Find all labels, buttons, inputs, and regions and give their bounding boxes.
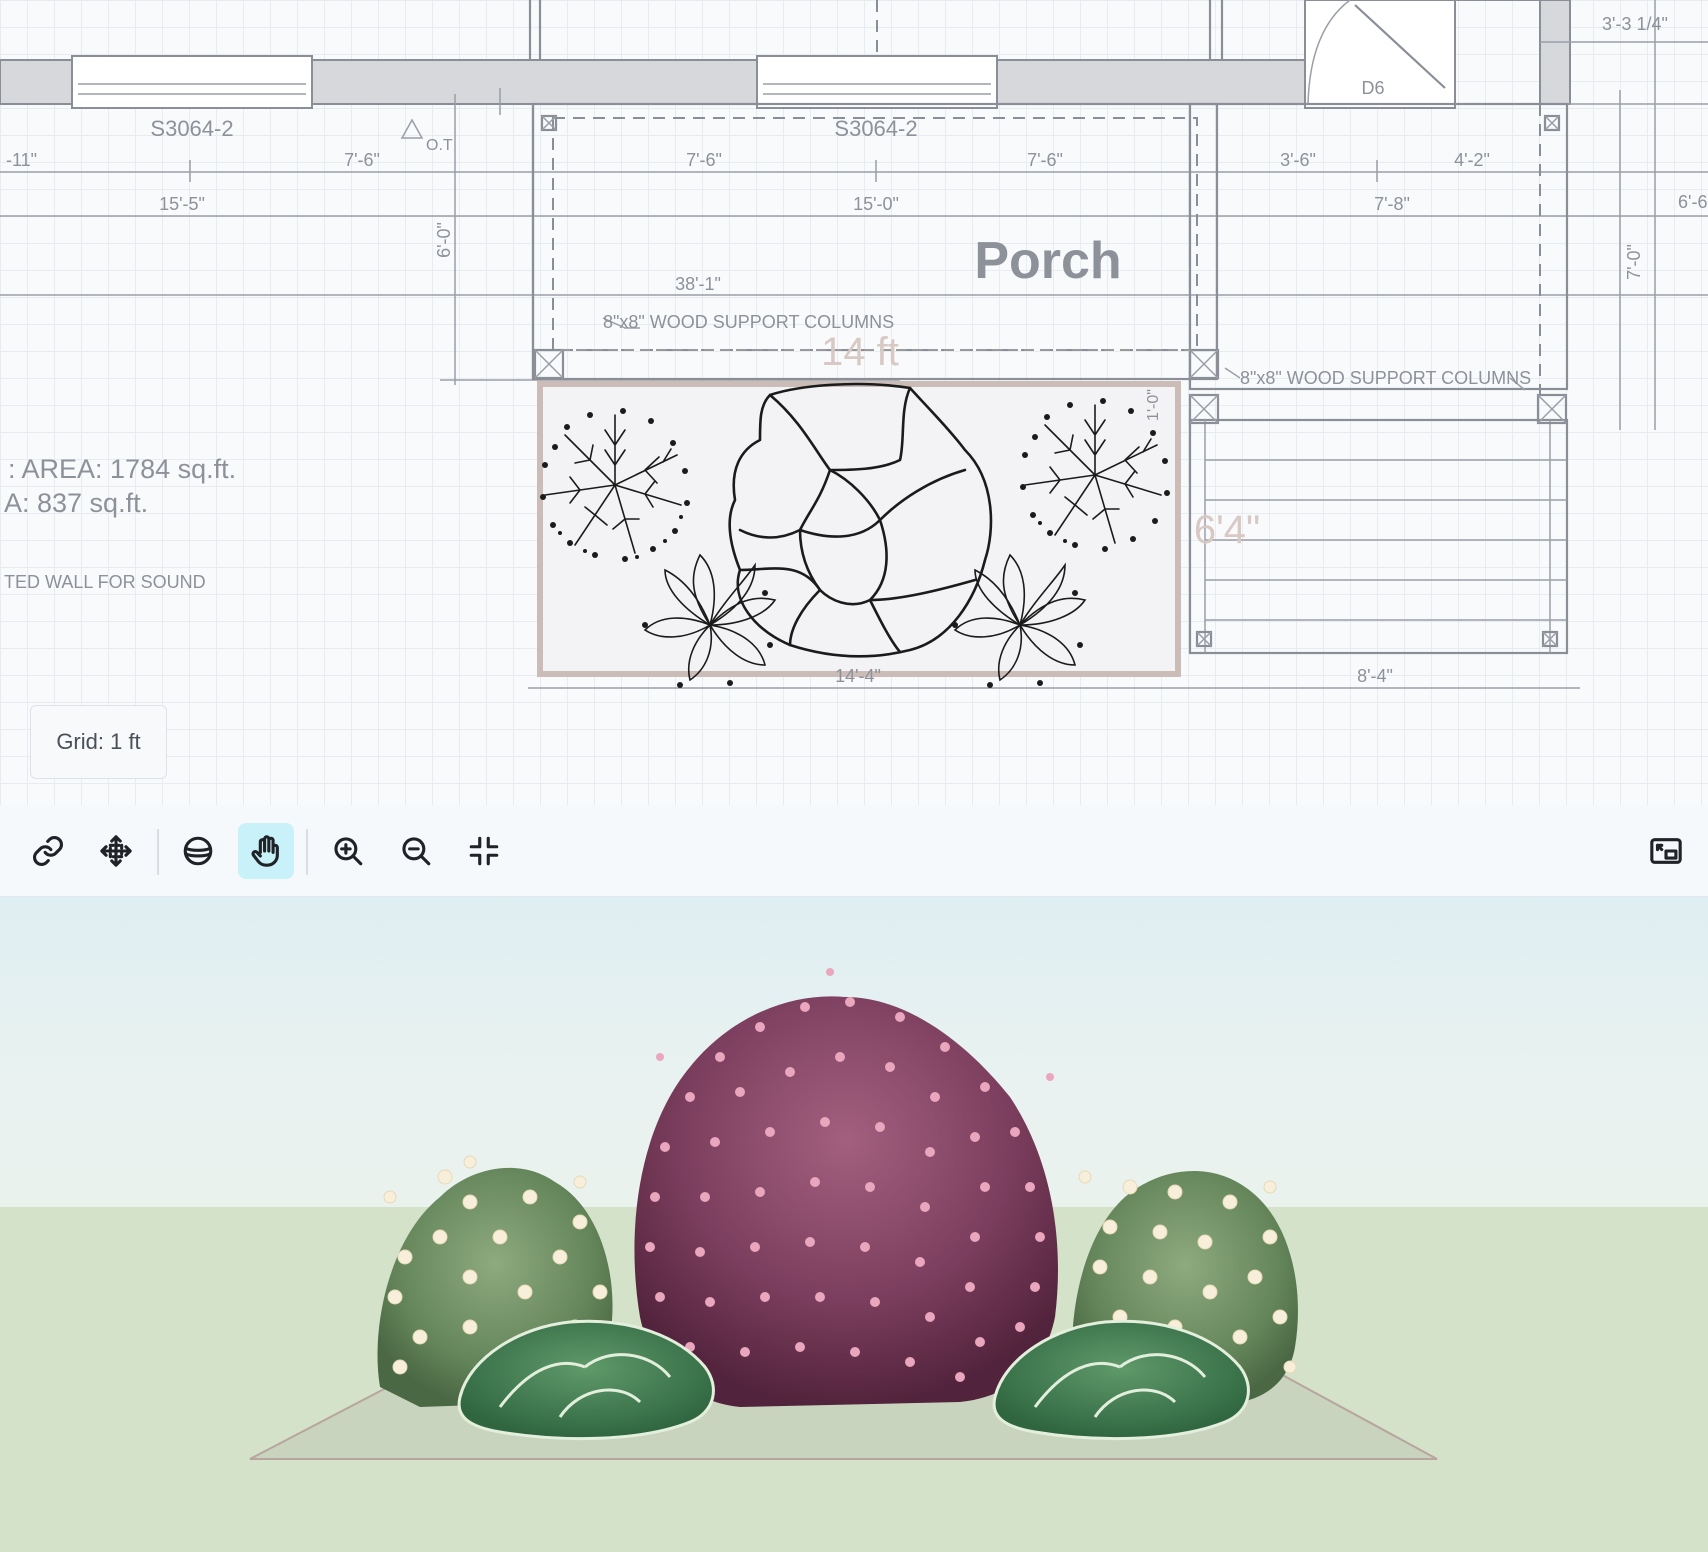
window-right: [756, 55, 998, 109]
grid-size-badge: Grid: 1 ft: [30, 705, 167, 779]
dim-d5: 4'-2": [1454, 150, 1490, 170]
column-note-left: 8"x8" WOOD SUPPORT COLUMNS: [603, 312, 894, 332]
dim-small-vertical: 1'-0": [1145, 389, 1162, 421]
hand-icon: [251, 835, 279, 867]
dim-steps-bottom: 8'-4": [1357, 666, 1393, 686]
dim-top-left-edge: -11": [6, 150, 37, 170]
dim-d6: 15'-5": [159, 194, 205, 214]
collapse-icon: [469, 836, 499, 866]
door-label: D6: [1361, 78, 1384, 98]
column-note-right: 8"x8" WOOD SUPPORT COLUMNS: [1240, 368, 1531, 388]
move-button[interactable]: [88, 823, 144, 879]
window-label-left: S3064-2: [150, 116, 233, 141]
zoom-out-button[interactable]: [388, 823, 444, 879]
dim-d2: 7'-6": [686, 150, 722, 170]
dim-vertical-left: 6'-0": [434, 222, 454, 258]
view-toolbar: [0, 805, 1708, 897]
dim-vertical-right: 7'-0": [1624, 244, 1644, 280]
layers-button[interactable]: [170, 823, 226, 879]
link-button[interactable]: [20, 823, 76, 879]
area-line-1: : AREA: 1784 sq.ft.: [8, 454, 236, 484]
planting-bed-outline[interactable]: [537, 381, 1181, 677]
dim-d3: 7'-6": [1027, 150, 1063, 170]
window-label-right: S3064-2: [834, 116, 917, 141]
move-arrows-icon: [100, 835, 132, 867]
dim-porch-width: 38'-1": [675, 274, 721, 294]
zoom-out-icon: [402, 837, 431, 866]
plan-view-canvas[interactable]: Porch S3064-2 S3064-2 D6 O.T -11" 7'-6" …: [0, 0, 1708, 805]
dim-d8: 7'-8": [1374, 194, 1410, 214]
landscape-designer-app: Porch S3064-2 S3064-2 D6 O.T -11" 7'-6" …: [0, 0, 1708, 1552]
wall-note: TED WALL FOR SOUND: [4, 572, 206, 592]
area-line-2: A: 837 sq.ft.: [4, 488, 148, 518]
zoom-in-button[interactable]: [320, 823, 376, 879]
toolbar-separator: [157, 829, 159, 875]
dim-right-edge: 6'-6: [1678, 192, 1707, 212]
dim-top-right: 3'-3 1/4": [1602, 14, 1668, 34]
layers-icon: [183, 836, 213, 866]
pan-button[interactable]: [238, 823, 294, 879]
toolbar-separator: [306, 829, 308, 875]
elevation-3d-view[interactable]: [0, 897, 1708, 1552]
picture-in-picture-icon: [1650, 838, 1682, 864]
dim-bed-bottom: 14'-4": [835, 666, 881, 686]
zoom-in-icon: [334, 837, 363, 866]
window-left: [71, 55, 313, 109]
blueprint-drawing: Porch S3064-2 S3064-2 D6 O.T -11" 7'-6" …: [0, 0, 1708, 689]
fit-view-button[interactable]: [456, 823, 512, 879]
flowering-tree-3d[interactable]: [634, 968, 1058, 1407]
bed-depth-label: 6'4": [1194, 508, 1260, 552]
grid-size-label: Grid: 1 ft: [56, 729, 141, 754]
bed-width-label: 14 ft: [821, 330, 899, 374]
dim-d1: 7'-6": [344, 150, 380, 170]
dim-d7: 15'-0": [853, 194, 899, 214]
link-icon: [33, 836, 63, 866]
room-label: Porch: [974, 232, 1121, 290]
elevation-render: [249, 968, 1438, 1460]
entry-wall-side: [1539, 0, 1571, 105]
ot-label: O.T: [426, 137, 453, 154]
dim-d4: 3'-6": [1280, 150, 1316, 170]
picture-in-picture-button[interactable]: [1638, 823, 1694, 879]
